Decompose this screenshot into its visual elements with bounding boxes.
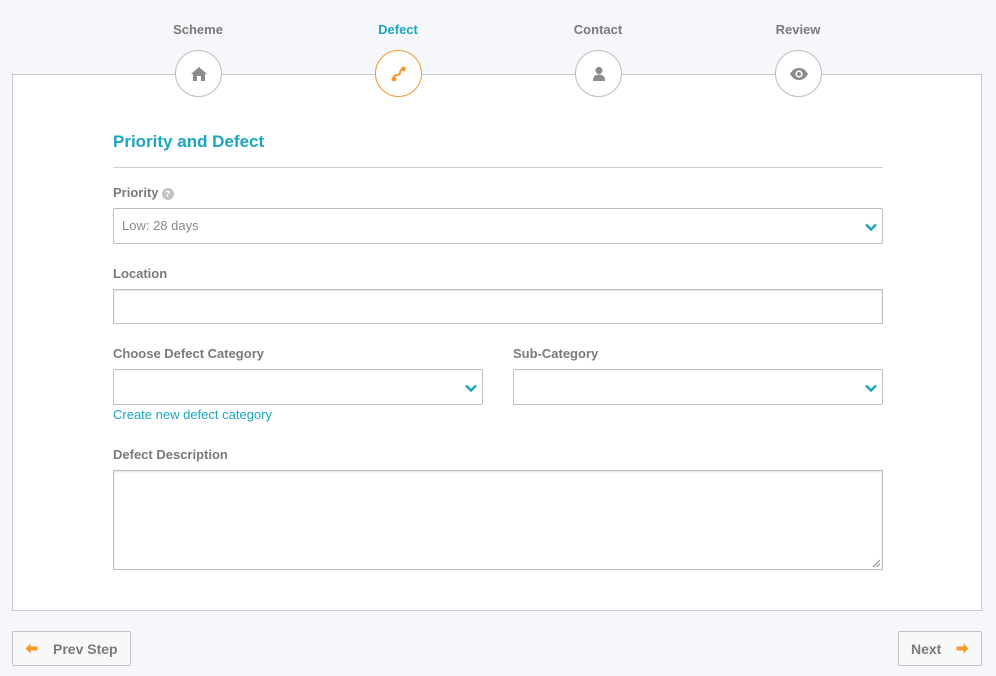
route-icon xyxy=(391,66,406,81)
description-label: Defect Description xyxy=(113,447,228,462)
subcategory-select[interactable] xyxy=(513,369,883,405)
user-icon xyxy=(592,66,605,81)
resize-handle-icon[interactable] xyxy=(872,559,881,568)
location-input[interactable] xyxy=(113,289,883,324)
step-label-contact: Contact xyxy=(573,22,623,37)
next-label: Next xyxy=(911,640,942,657)
step-scheme[interactable]: Scheme xyxy=(118,0,278,97)
subcategory-label: Sub-Category xyxy=(513,346,599,361)
eye-icon xyxy=(789,67,808,80)
create-category-link[interactable]: Create new defect category xyxy=(113,407,272,422)
step-label-scheme: Scheme xyxy=(173,22,223,37)
step-contact[interactable]: Contact xyxy=(518,0,678,97)
section-divider xyxy=(113,167,883,168)
priority-label-group: Priority? xyxy=(113,185,174,200)
chevron-down-icon xyxy=(865,384,877,393)
priority-selected-value: Low: 28 days xyxy=(122,218,199,233)
arrow-left-icon xyxy=(25,643,38,654)
prev-step-button[interactable]: Prev Step xyxy=(12,631,131,666)
section-title: Priority and Defect xyxy=(113,132,265,151)
description-textarea[interactable] xyxy=(113,470,883,570)
prev-step-label: Prev Step xyxy=(53,640,118,657)
next-button[interactable]: Next xyxy=(898,631,982,666)
arrow-right-icon xyxy=(956,643,969,654)
chevron-down-icon xyxy=(865,223,877,232)
step-circle-review[interactable] xyxy=(775,50,822,97)
priority-label: Priority xyxy=(113,185,159,200)
question-circle-icon[interactable]: ? xyxy=(161,188,174,200)
form-card: Priority and Defect Priority? Low: 28 da… xyxy=(12,74,982,611)
category-select[interactable] xyxy=(113,369,483,405)
step-circle-contact[interactable] xyxy=(575,50,622,97)
location-label: Location xyxy=(113,266,168,281)
step-label-review: Review xyxy=(775,22,821,37)
chevron-down-icon xyxy=(465,384,477,393)
step-circle-defect[interactable] xyxy=(375,50,422,97)
step-review[interactable]: Review xyxy=(718,0,878,97)
step-circle-scheme[interactable] xyxy=(175,50,222,97)
step-defect[interactable]: Defect xyxy=(318,0,478,97)
step-label-defect: Defect xyxy=(378,22,418,37)
category-label: Choose Defect Category xyxy=(113,346,264,361)
priority-select[interactable]: Low: 28 days xyxy=(113,208,883,244)
home-icon xyxy=(190,66,207,81)
